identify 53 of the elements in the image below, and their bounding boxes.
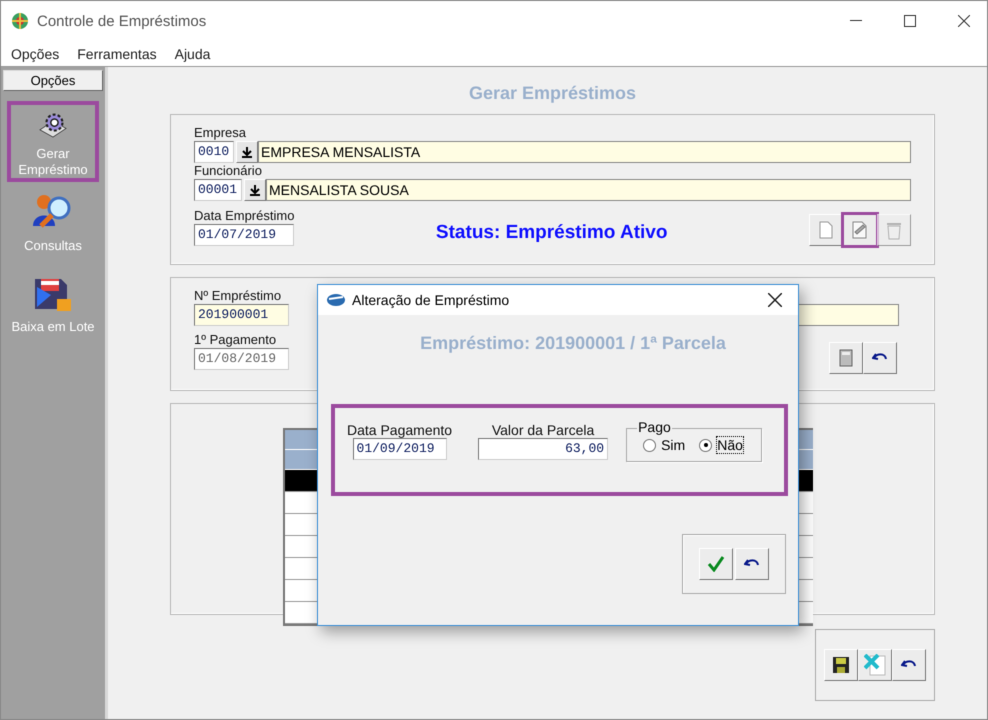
- employee-name-field[interactable]: MENSALISTA SOUSA: [266, 179, 911, 201]
- confirm-button[interactable]: [699, 548, 733, 580]
- minimize-icon: [850, 20, 862, 22]
- calculator-button[interactable]: [829, 342, 863, 374]
- spreadsheet-icon: [864, 654, 886, 676]
- app-logo-icon: [326, 293, 346, 307]
- menu-item[interactable]: Ferramentas: [77, 46, 157, 62]
- status-text: Status: Empréstimo Ativo: [436, 222, 668, 243]
- field-label: 1º Pagamento: [194, 332, 276, 348]
- check-icon: [707, 556, 725, 572]
- radio-option[interactable]: Sim: [643, 437, 686, 453]
- employee-code-field[interactable]: 00001: [194, 179, 242, 201]
- trash-icon: [885, 220, 903, 240]
- document-icon: [819, 221, 833, 239]
- save-icon: [832, 656, 850, 674]
- amount-field[interactable]: 63,00: [478, 438, 608, 460]
- company-code-field[interactable]: 0010: [194, 141, 234, 163]
- sidebar-header: Opções: [3, 70, 103, 91]
- toolbar-button[interactable]: [809, 214, 843, 246]
- maximize-icon: [904, 15, 916, 27]
- date-field[interactable]: 01/07/2019: [194, 224, 294, 246]
- download-arrow-icon: [250, 184, 260, 196]
- lookup-button[interactable]: [236, 141, 258, 163]
- close-icon: [768, 293, 782, 307]
- field-label: Data Empréstimo: [194, 208, 294, 224]
- field-label: Funcionário: [194, 163, 262, 179]
- close-icon: [958, 15, 970, 27]
- dialog-heading: Empréstimo: 201900001 / 1ª Parcela: [419, 333, 727, 354]
- menu-item[interactable]: Ajuda: [174, 46, 210, 62]
- dialog-title: Alteração de Empréstimo: [352, 292, 510, 308]
- export-button[interactable]: [858, 649, 892, 681]
- undo-button[interactable]: [892, 649, 926, 681]
- save-button[interactable]: [824, 649, 858, 681]
- field-label: Empresa: [194, 125, 246, 141]
- calculator-icon: [839, 349, 853, 367]
- toolbar-button[interactable]: [843, 214, 877, 246]
- menu-item[interactable]: Opções: [11, 46, 60, 62]
- field-label: Data Pagamento: [347, 422, 452, 438]
- payment-date-field[interactable]: 01/08/2019: [194, 348, 289, 370]
- window-title: Controle de Empréstimos: [37, 12, 208, 30]
- payment-date-field[interactable]: 01/09/2019: [352, 438, 447, 460]
- page-title: Gerar Empréstimos: [468, 83, 638, 104]
- group-label: Pago: [637, 419, 672, 435]
- field-label: Valor da Parcela: [492, 422, 594, 438]
- field-label: Nº Empréstimo: [194, 288, 282, 304]
- lookup-button[interactable]: [244, 179, 266, 201]
- app-logo-icon: [11, 12, 29, 30]
- company-name-field[interactable]: EMPRESA MENSALISTA: [258, 141, 911, 163]
- download-arrow-icon: [242, 146, 252, 158]
- loan-number-field[interactable]: 201900001: [194, 304, 289, 326]
- radio-option[interactable]: Não: [699, 437, 743, 453]
- undo-button[interactable]: [735, 548, 769, 580]
- undo-button[interactable]: [863, 342, 897, 374]
